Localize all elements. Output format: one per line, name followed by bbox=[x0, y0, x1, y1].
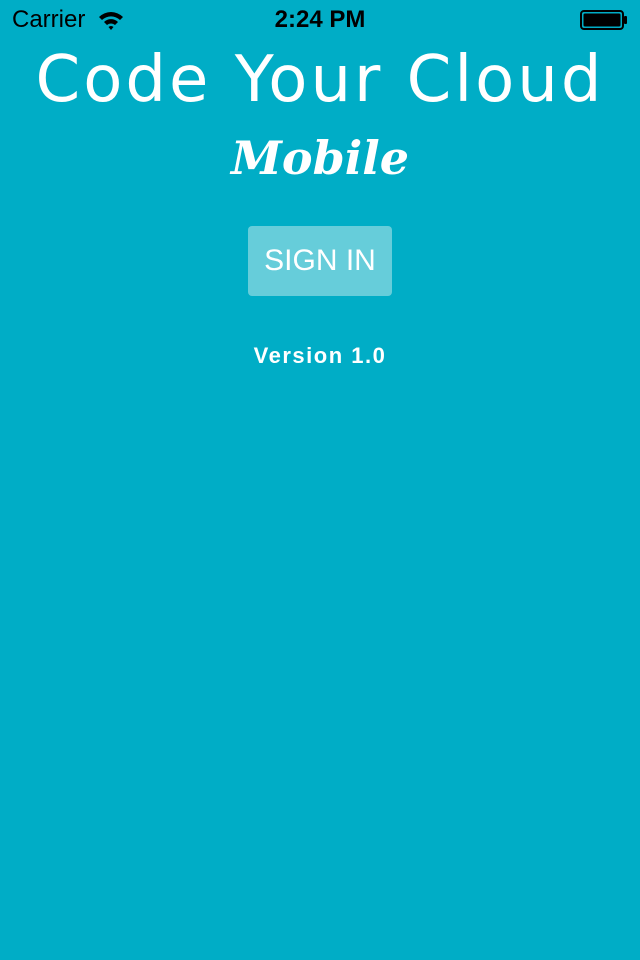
app-subtitle: Mobile bbox=[231, 131, 409, 185]
battery-icon bbox=[580, 10, 627, 30]
app-title: Code Your Cloud bbox=[35, 43, 605, 117]
status-bar: Carrier 2:24 PM bbox=[0, 0, 640, 40]
status-time: 2:24 PM bbox=[274, 6, 366, 33]
version-label: Version 1.0 bbox=[253, 343, 387, 368]
sign-in-button[interactable]: SIGN IN bbox=[248, 226, 392, 296]
